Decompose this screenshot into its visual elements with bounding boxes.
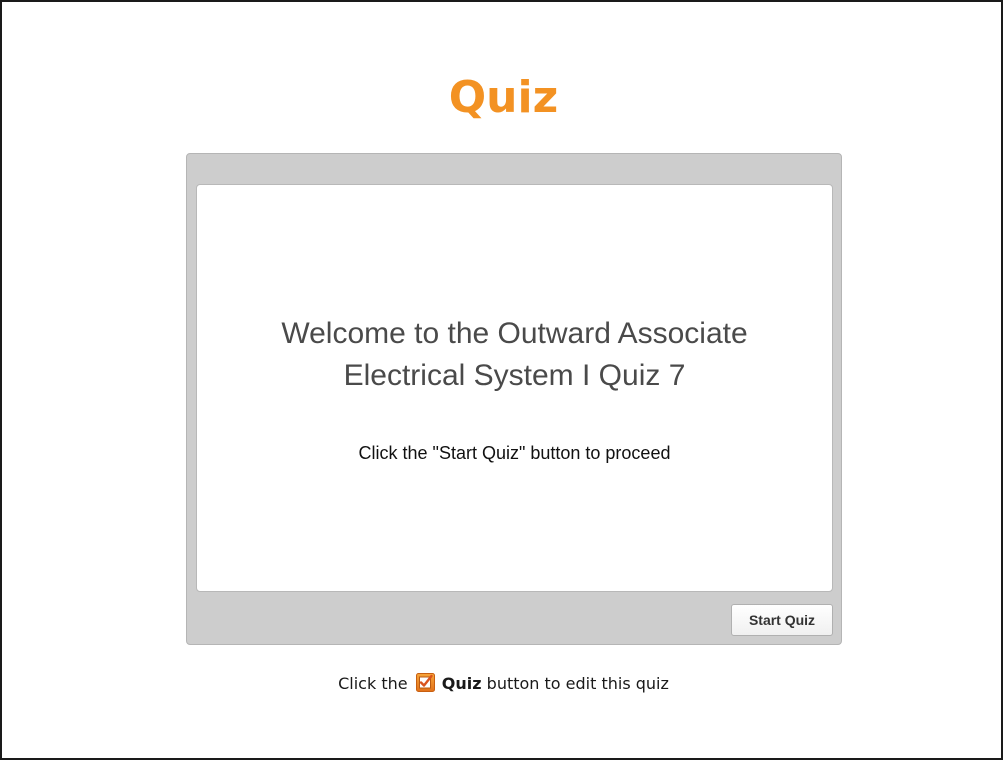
quiz-content-panel: Welcome to the Outward Associate Electri… xyxy=(196,184,833,592)
welcome-line-2: Electrical System I Quiz 7 xyxy=(343,359,686,392)
footer-quiz-label: Quiz xyxy=(441,674,482,693)
footer-suffix: button to edit this quiz xyxy=(486,674,669,693)
instruction-text: Click the "Start Quiz" button to proceed xyxy=(358,443,671,463)
slide: Quiz Welcome to the Outward Associate El… xyxy=(0,0,1003,760)
footer-prefix: Click the xyxy=(338,674,408,693)
quiz-player-frame: Welcome to the Outward Associate Electri… xyxy=(186,153,842,645)
start-quiz-button[interactable]: Start Quiz xyxy=(731,604,833,636)
welcome-line-1: Welcome to the Outward Associate xyxy=(281,317,748,350)
welcome-heading: Welcome to the Outward Associate Electri… xyxy=(197,313,832,397)
checkbox-quiz-icon xyxy=(415,673,435,692)
slide-title: Quiz xyxy=(448,72,559,123)
footer-note: Click the Quiz button to edit this quiz xyxy=(2,672,1005,696)
